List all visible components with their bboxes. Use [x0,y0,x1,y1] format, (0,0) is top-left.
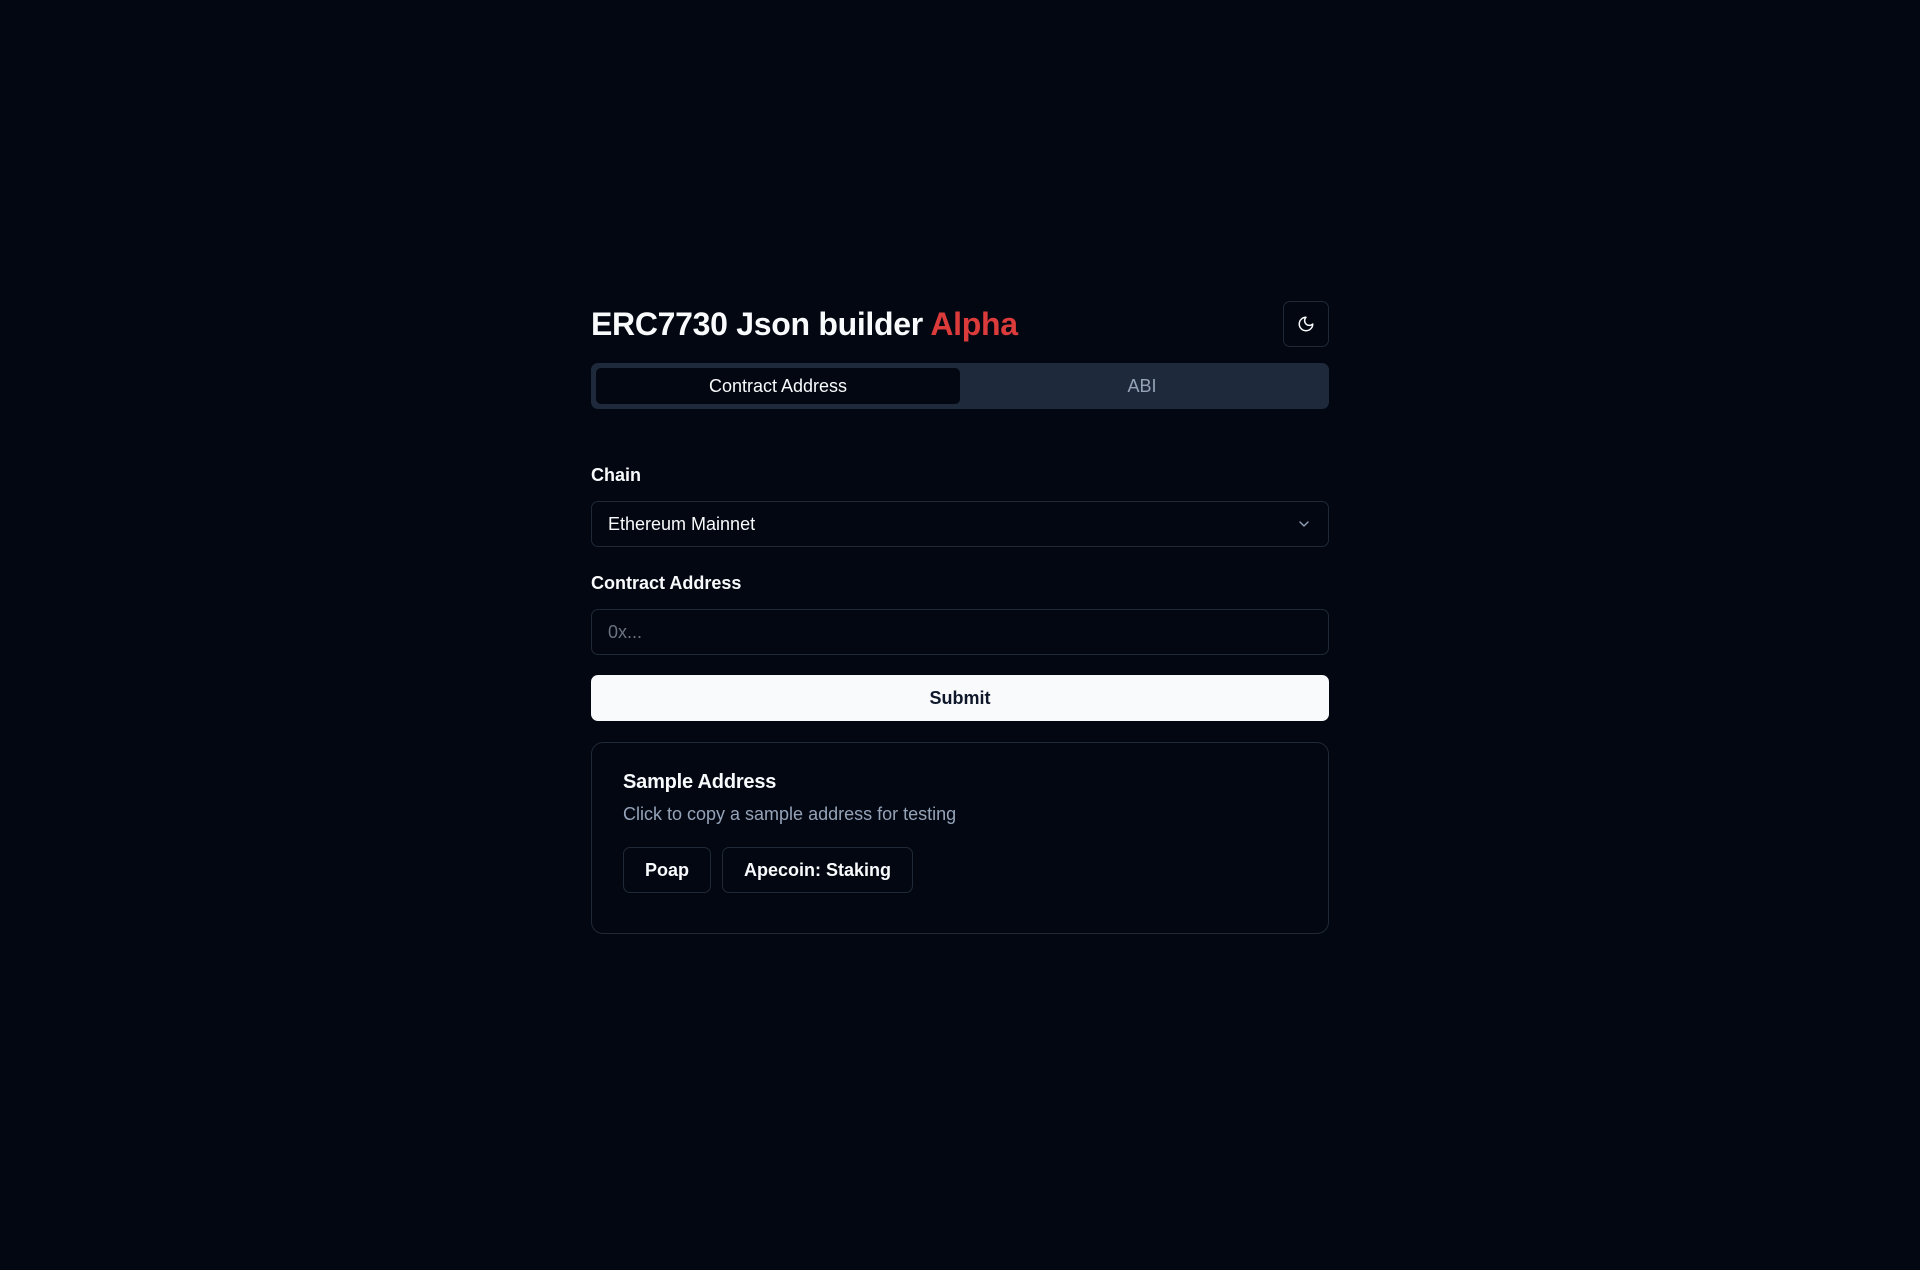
main-container: ERC7730 Json builder Alpha Contract Addr… [591,301,1329,934]
header: ERC7730 Json builder Alpha [591,301,1329,347]
sample-address-buttons: Poap Apecoin: Staking [623,847,1297,893]
sample-poap-button[interactable]: Poap [623,847,712,893]
moon-icon [1298,316,1314,332]
contract-address-label: Contract Address [591,573,742,593]
submit-button[interactable]: Submit [591,675,1329,721]
alpha-badge: Alpha [930,305,1018,342]
sample-address-description: Click to copy a sample address for testi… [623,804,957,824]
chain-select-value: Ethereum Mainnet [608,513,756,534]
sample-apecoin-staking-button[interactable]: Apecoin: Staking [722,847,914,893]
page-title-text: ERC7730 Json builder [591,305,923,342]
tab-list: Contract Address ABI [591,363,1329,409]
tab-contract-address[interactable]: Contract Address [596,368,960,404]
chain-select[interactable]: Ethereum Mainnet [591,501,1329,547]
contract-address-input[interactable] [591,609,1329,655]
chevron-down-icon [1299,521,1309,527]
theme-toggle-button[interactable] [1283,301,1329,347]
chain-label: Chain [591,465,642,485]
sample-address-title: Sample Address [623,771,777,793]
sample-address-card: Sample Address Click to copy a sample ad… [591,742,1329,934]
page-title: ERC7730 Json builder Alpha [591,306,1018,343]
contract-form: Chain Ethereum Mainnet Contract Address … [591,464,1329,934]
tab-abi[interactable]: ABI [960,368,1324,404]
